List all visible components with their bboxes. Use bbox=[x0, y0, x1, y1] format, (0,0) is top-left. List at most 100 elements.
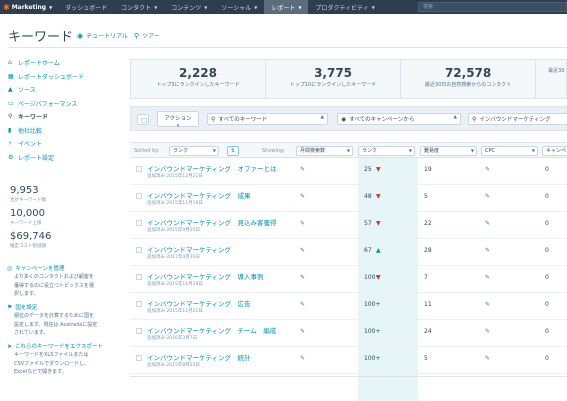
pencil-icon[interactable]: ✎ bbox=[300, 193, 305, 200]
column-select-monthly[interactable]: 月間検索数 ▼ bbox=[296, 146, 353, 156]
row-checkbox[interactable] bbox=[136, 166, 142, 172]
row-checkbox[interactable] bbox=[136, 247, 142, 253]
summary-stats: 2,228 トップ3にランクインしたキーワード 3,775 トップ10にランクイ… bbox=[130, 59, 567, 99]
column-label: CPC bbox=[485, 148, 495, 154]
pencil-icon[interactable]: ✎ bbox=[300, 301, 305, 308]
tutorial-link[interactable]: ◉ チュートリアル bbox=[77, 31, 128, 41]
row-checkbox[interactable] bbox=[136, 328, 142, 334]
chevron-down-icon: ▼ bbox=[298, 4, 302, 10]
pencil-icon[interactable]: ✎ bbox=[485, 220, 490, 227]
sidebar-item-events[interactable]: ⚡ イベント bbox=[8, 137, 122, 151]
column-select-rank[interactable]: ランク ▼ bbox=[358, 146, 415, 156]
pencil-icon[interactable]: ✎ bbox=[300, 274, 305, 281]
keyword-link[interactable]: インバウンドマーケティング 見込み客獲得 bbox=[147, 217, 276, 227]
column-select-campaigns[interactable]: キャンペ bbox=[542, 146, 567, 156]
globe-icon: ◉ bbox=[341, 115, 347, 123]
key-icon: ⚲ bbox=[8, 113, 13, 121]
tip-set-country: ⚑ 国を設定 順位のデータを計算するために国を 設定します。現在は Austral… bbox=[7, 303, 119, 338]
bullseye-icon: ◎ bbox=[7, 264, 13, 272]
arrow-up-icon: ▲ bbox=[376, 247, 381, 254]
keyword-link[interactable]: インバウンドマーケティング 広告 bbox=[147, 298, 250, 308]
nav-reports[interactable]: レポート ▼ bbox=[264, 0, 309, 14]
nav-social[interactable]: ソーシャル ▼ bbox=[214, 0, 264, 14]
difficulty-value: 24 bbox=[424, 328, 432, 335]
pencil-icon[interactable]: ✎ bbox=[300, 328, 305, 335]
sidebar-item-keywords[interactable]: ⚲ キーワード bbox=[8, 110, 122, 124]
sort-select[interactable]: ランク ▼ bbox=[169, 146, 219, 156]
nav-content[interactable]: コンテンツ ▼ bbox=[164, 0, 214, 14]
column-label: 難易度 bbox=[424, 148, 440, 154]
chart-icon: ▲ bbox=[8, 86, 13, 94]
pencil-icon[interactable]: ✎ bbox=[485, 355, 490, 362]
pencil-icon[interactable]: ✎ bbox=[485, 166, 490, 173]
nav-dashboard[interactable]: ダッシュボード bbox=[58, 0, 114, 14]
nav-social-label: ソーシャル bbox=[221, 4, 252, 12]
pencil-icon[interactable]: ✎ bbox=[300, 355, 305, 362]
pencil-icon[interactable]: ✎ bbox=[485, 193, 490, 200]
sidebar-item-label: レポートホーム bbox=[18, 60, 60, 68]
keyword-search-input[interactable]: ⚲ インバウンドマーケティング bbox=[468, 113, 567, 125]
nav-contacts-label: コンタクト bbox=[121, 4, 152, 12]
sidebar-item-page-performance[interactable]: ▭ ページパフォーマンス bbox=[8, 97, 122, 111]
table-row: インバウンドマーケティング 追加済み 2017年4月10日 ✎ 67 ▲ 28 ✎ 0 bbox=[130, 239, 567, 266]
pencil-icon[interactable]: ✎ bbox=[300, 247, 305, 254]
keyword-link[interactable]: インバウンドマーケティング 成果 bbox=[147, 190, 250, 200]
row-checkbox[interactable] bbox=[136, 220, 142, 226]
keyword-link[interactable]: インバウンドマーケティング 導入事例 bbox=[147, 271, 263, 281]
sidebar-item-competitors[interactable]: ▮ 他社比較 bbox=[8, 124, 122, 138]
keyword-link[interactable]: インバウンドマーケティング チーム 編成 bbox=[147, 325, 276, 335]
tip-line: されています。 bbox=[14, 330, 49, 336]
tip-line: より多くのコンタクトおよび顧客を bbox=[14, 274, 94, 280]
row-checkbox[interactable] bbox=[136, 355, 142, 361]
global-search-input[interactable]: 検索 bbox=[418, 2, 567, 12]
keyword-link[interactable]: インバウンドマーケティング 統計 bbox=[147, 352, 250, 362]
nav-productivity[interactable]: プロダクティビティ ▼ bbox=[308, 0, 381, 14]
campaign-filter-select[interactable]: ◉ すべてのキャンペーンから ▲︎ bbox=[337, 113, 461, 125]
row-checkbox[interactable] bbox=[136, 301, 142, 307]
pencil-icon[interactable]: ✎ bbox=[300, 166, 305, 173]
sidebar-item-reports-dashboard[interactable]: ▦ レポートダッシュボード bbox=[8, 70, 122, 84]
action-button[interactable]: アクション ▼ bbox=[157, 111, 199, 128]
keyword-link[interactable]: インバウンドマーケティング オファーとは bbox=[147, 163, 276, 173]
chevron-down-icon: ▼ bbox=[176, 123, 180, 128]
tip-line: 択します。 bbox=[14, 291, 39, 297]
sidebar-item-reports-home[interactable]: ⌂ レポートホーム bbox=[8, 56, 122, 70]
tip-line: キーワードをXLSファイルまたは bbox=[14, 352, 89, 358]
select-all-checkbox[interactable] bbox=[137, 114, 149, 125]
pencil-icon[interactable]: ✎ bbox=[485, 328, 490, 335]
nav-contacts[interactable]: コンタクト ▼ bbox=[114, 0, 164, 14]
nav-reports-label: レポート bbox=[271, 4, 296, 12]
added-date: 追加済み 2015年11月21日 bbox=[147, 309, 203, 314]
column-select-cpc[interactable]: CPC ▼ bbox=[481, 146, 538, 156]
table-bottom-border bbox=[130, 376, 567, 377]
sort-order-button[interactable]: ⇅ bbox=[227, 146, 239, 156]
chevron-down-icon: ▼ bbox=[346, 148, 350, 153]
pencil-icon[interactable]: ✎ bbox=[485, 301, 490, 308]
pencil-icon[interactable]: ✎ bbox=[485, 274, 490, 281]
tour-link[interactable]: ⚲ ツアー bbox=[134, 31, 160, 41]
campaigns-count: 0 bbox=[545, 301, 549, 308]
row-checkbox[interactable] bbox=[136, 274, 142, 280]
manage-campaigns-link[interactable]: ◎ キャンペーンを管理 bbox=[7, 264, 119, 273]
sidebar-item-report-settings[interactable]: ⚙ レポート設定 bbox=[8, 151, 122, 165]
added-date: 追加済み 2015年9月25日 bbox=[147, 228, 200, 233]
key-icon: ⚲ bbox=[211, 115, 216, 123]
keyword-filter-select[interactable]: ⚲ すべてのキーワード ▲︎ bbox=[207, 113, 328, 125]
campaign-filter-value: すべてのキャンペーンから bbox=[349, 117, 415, 123]
summary-label: 最近30日の自然検索からのコンタクト bbox=[424, 82, 512, 88]
column-select-difficulty[interactable]: 難易度 ▼ bbox=[420, 146, 477, 156]
pencil-icon[interactable]: ✎ bbox=[485, 247, 490, 254]
keyword-link[interactable]: インバウンドマーケティング bbox=[147, 244, 231, 254]
column-label: 月間検索数 bbox=[300, 148, 326, 154]
campaigns-count: 0 bbox=[545, 166, 549, 173]
tip-title: キャンペーンを管理 bbox=[15, 266, 65, 272]
row-checkbox[interactable] bbox=[136, 193, 142, 199]
brand-menu[interactable]: ✱ Marketing ▼ bbox=[0, 0, 58, 14]
stat-estimated-savings: $69,746 推定コスト削減額 bbox=[10, 231, 51, 249]
export-keywords-link[interactable]: ➤ これらのキーワードをエクスポート bbox=[7, 342, 119, 351]
sidebar-item-sources[interactable]: ▲ ソース bbox=[8, 83, 122, 97]
pencil-icon[interactable]: ✎ bbox=[300, 220, 305, 227]
rank-value: 25 bbox=[364, 166, 372, 173]
sort-value: ランク bbox=[173, 148, 189, 154]
set-country-link[interactable]: ⚑ 国を設定 bbox=[7, 303, 119, 312]
